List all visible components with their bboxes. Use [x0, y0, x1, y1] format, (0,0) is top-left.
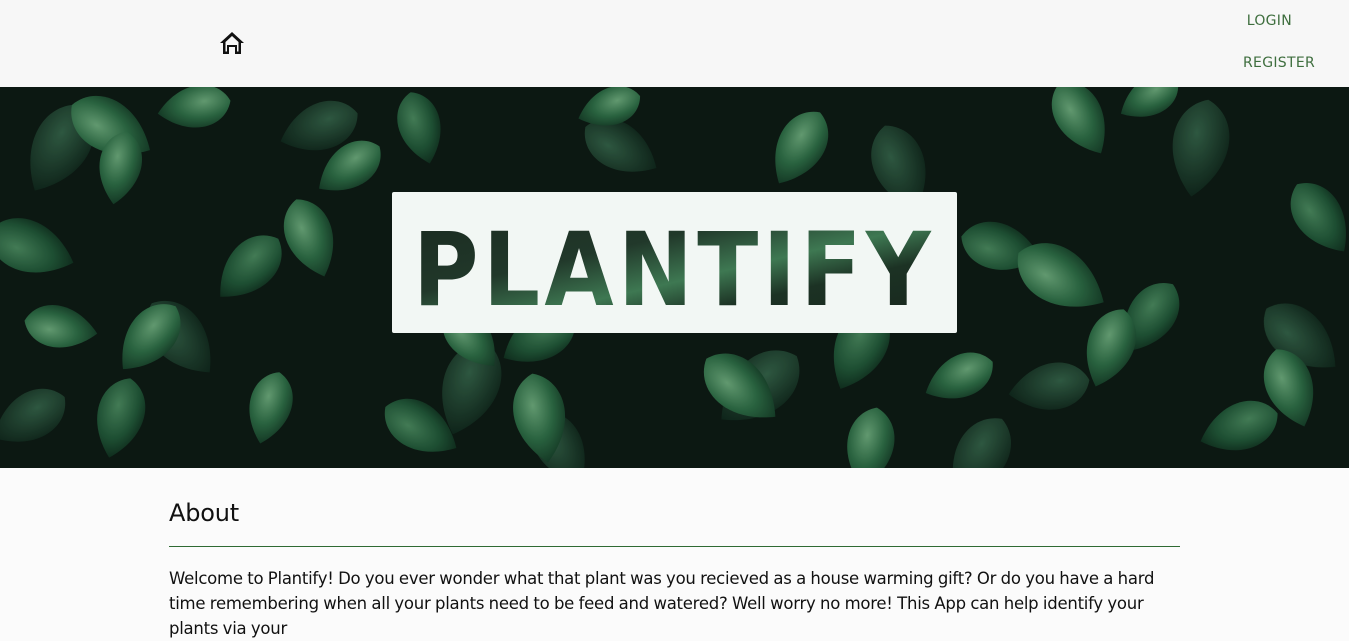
logo-text: PLANTIFY — [413, 211, 935, 330]
login-link[interactable]: LOGIN — [1247, 13, 1292, 29]
top-navbar: LOGIN REGISTER — [0, 0, 1349, 87]
about-title: About — [169, 499, 239, 527]
hero-banner: PLANTIFY — [0, 87, 1349, 468]
register-link[interactable]: REGISTER — [1243, 55, 1315, 71]
home-icon[interactable] — [219, 31, 245, 55]
about-text: Welcome to Plantify! Do you ever wonder … — [169, 569, 1155, 638]
section-divider — [169, 546, 1180, 547]
plantify-logo: PLANTIFY — [392, 192, 957, 333]
about-section: About Welcome to Plantify! Do you ever w… — [169, 468, 1180, 641]
